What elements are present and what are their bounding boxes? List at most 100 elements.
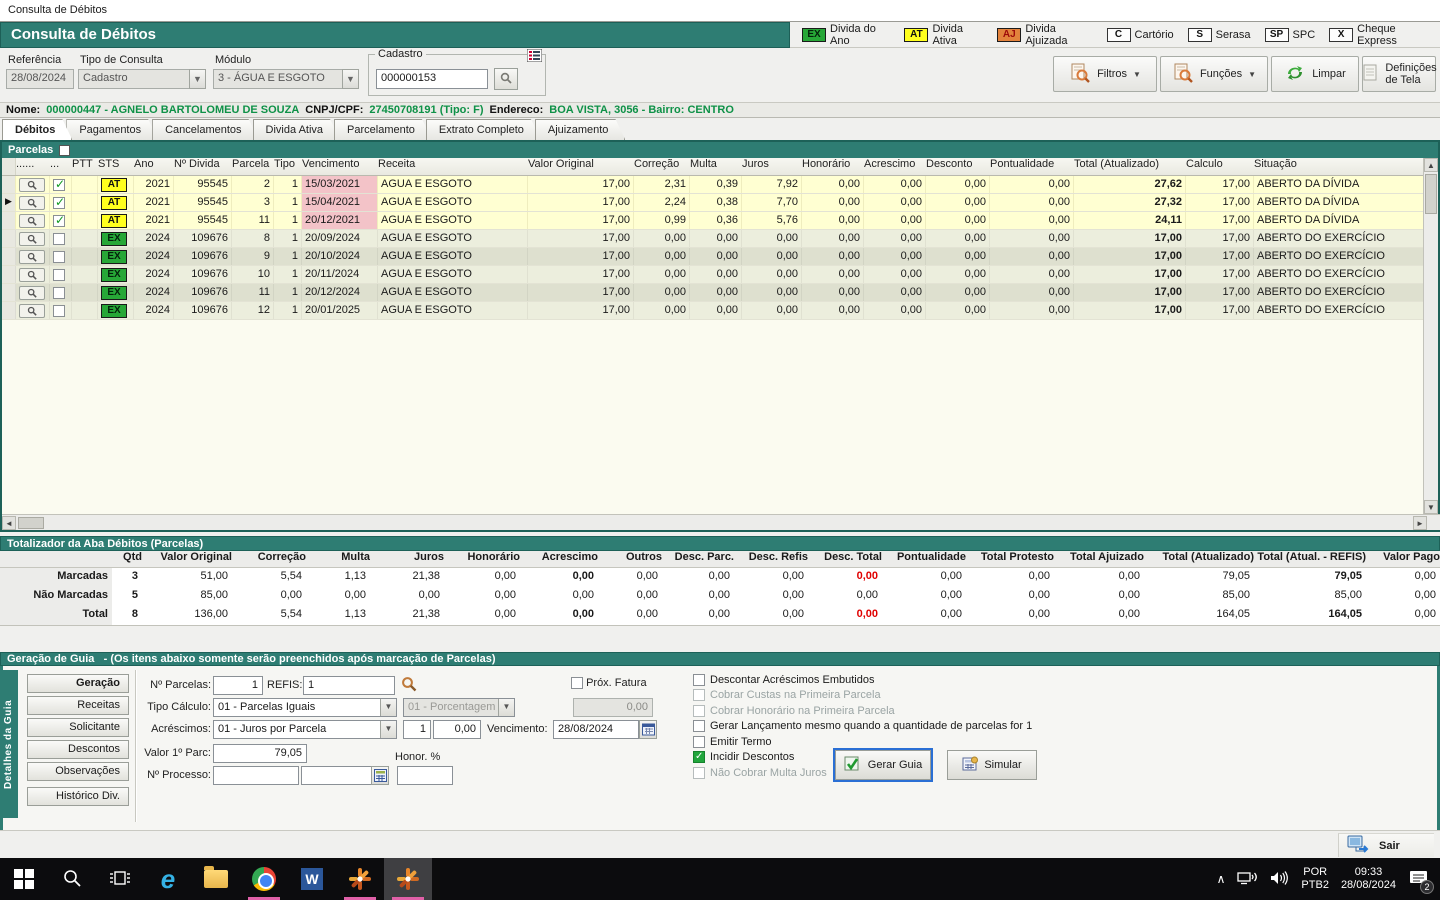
network-icon[interactable]: [1237, 870, 1258, 889]
scroll-up-icon[interactable]: ▲: [1424, 158, 1438, 172]
side-button-solicitante[interactable]: Solicitante: [27, 718, 129, 737]
processo-input-1[interactable]: [213, 766, 299, 785]
row-magnifier-button[interactable]: [19, 304, 45, 318]
table-row[interactable]: EX 2024 109676 9 1 20/10/2024 AGUA E ESG…: [2, 248, 1424, 266]
start-button[interactable]: [0, 858, 48, 900]
app-button-2-active[interactable]: [384, 858, 432, 900]
tab[interactable]: Parcelamento: [334, 119, 432, 140]
scroll-right-icon[interactable]: ►: [1413, 516, 1427, 530]
side-button-historico[interactable]: Histórico Div.: [27, 787, 129, 806]
filtros-button[interactable]: Filtros ▼: [1053, 56, 1157, 92]
taskbar-search-button[interactable]: [48, 858, 96, 900]
porcentagem-num-input[interactable]: 0,00: [573, 698, 653, 717]
vertical-scroll-thumb[interactable]: [1425, 174, 1437, 214]
table-row[interactable]: EX 2024 109676 11 1 20/12/2024 AGUA E ES…: [2, 284, 1424, 302]
tipo-calculo-select[interactable]: 01 - Parcelas Iguais ▼: [213, 698, 397, 717]
horizontal-scroll-thumb[interactable]: [18, 517, 44, 529]
row-checkbox[interactable]: [53, 233, 65, 245]
tab[interactable]: Cancelamentos: [152, 119, 258, 140]
tab[interactable]: Ajuizamento: [535, 119, 626, 140]
row-magnifier-button[interactable]: [19, 196, 45, 210]
row-magnifier-button[interactable]: [19, 232, 45, 246]
row-checkbox[interactable]: [53, 213, 65, 228]
tray-expand-icon[interactable]: ∧: [1217, 872, 1226, 886]
row-checkbox[interactable]: [53, 177, 65, 192]
notification-center-button[interactable]: 2: [1408, 869, 1434, 894]
scroll-down-icon[interactable]: ▼: [1424, 500, 1438, 514]
language-indicator[interactable]: POR PTB2: [1301, 866, 1329, 892]
row-magnifier-button[interactable]: [19, 286, 45, 300]
checkbox[interactable]: [693, 720, 705, 733]
app-button-1[interactable]: [336, 858, 384, 900]
tab[interactable]: Pagamentos: [66, 119, 158, 140]
scroll-left-icon[interactable]: ◄: [2, 516, 16, 530]
row-checkbox[interactable]: [53, 195, 65, 210]
table-row[interactable]: AT 2021 95545 11 1 20/12/2021 AGUA E ESG…: [2, 212, 1424, 230]
tipo-consulta-dropdown-icon[interactable]: ▼: [189, 69, 206, 89]
volume-icon[interactable]: [1269, 870, 1289, 889]
limpar-button[interactable]: Limpar: [1271, 56, 1359, 92]
valor-1-parc-input[interactable]: 79,05: [213, 744, 307, 763]
simular-button[interactable]: Simular: [947, 750, 1037, 780]
modulo-select[interactable]: 3 - ÁGUA E ESGOTO: [213, 69, 343, 89]
funcoes-button[interactable]: Funções ▼: [1160, 56, 1268, 92]
refis-search-button[interactable]: [401, 676, 417, 695]
row-magnifier-button[interactable]: [19, 214, 45, 228]
acrescimos-select[interactable]: 01 - Juros por Parcela ▼: [213, 720, 397, 739]
cadastro-search-button[interactable]: [494, 68, 518, 90]
horizontal-scrollbar[interactable]: ◄ ►: [2, 514, 1440, 530]
row-magnifier-button[interactable]: [19, 268, 45, 282]
row-magnifier-button[interactable]: [19, 250, 45, 264]
side-button-descontos[interactable]: Descontos: [27, 740, 129, 759]
vertical-scrollbar[interactable]: ▲ ▼: [1423, 158, 1438, 514]
row-checkbox[interactable]: [53, 287, 65, 299]
vencimento-input[interactable]: 28/08/2024: [553, 720, 639, 739]
sair-button[interactable]: Sair: [1338, 833, 1434, 857]
cadastro-list-icon[interactable]: [526, 48, 543, 65]
acrescimo-valor-input[interactable]: 0,00: [433, 720, 481, 739]
checkbox[interactable]: [693, 689, 705, 702]
calendar-icon[interactable]: [639, 720, 657, 739]
checkbox[interactable]: [693, 766, 705, 779]
cadastro-input[interactable]: 000000153: [376, 69, 488, 89]
side-button-geracao[interactable]: Geração: [27, 674, 129, 693]
chrome-button[interactable]: [240, 858, 288, 900]
row-checkbox[interactable]: [53, 305, 65, 317]
tab[interactable]: Divida Ativa: [253, 119, 340, 140]
calculator-icon[interactable]: [371, 766, 389, 785]
file-explorer-button[interactable]: [192, 858, 240, 900]
row-checkbox[interactable]: [53, 269, 65, 281]
word-button[interactable]: W: [288, 858, 336, 900]
parcelas-select-all-checkbox[interactable]: [59, 144, 71, 156]
honor-input[interactable]: [397, 766, 453, 785]
porcentagem-select[interactable]: 01 - Porcentagem ▼: [403, 698, 515, 717]
referencia-field[interactable]: 28/08/2024: [6, 69, 74, 89]
clock[interactable]: 09:33 28/08/2024: [1341, 866, 1396, 892]
row-checkbox[interactable]: [53, 251, 65, 263]
side-button-receitas[interactable]: Receitas: [27, 696, 129, 715]
acrescimo-qtd-input[interactable]: 1: [403, 720, 431, 739]
task-view-button[interactable]: [96, 858, 144, 900]
tipo-consulta-select[interactable]: Cadastro: [78, 69, 190, 89]
refis-input[interactable]: 1: [303, 676, 395, 695]
checkbox[interactable]: [693, 673, 705, 686]
detalhes-da-guia-tab[interactable]: Detalhes da Guia: [3, 670, 18, 818]
modulo-dropdown-icon[interactable]: ▼: [342, 69, 359, 89]
checkbox[interactable]: [693, 735, 705, 748]
tab[interactable]: Extrato Completo: [426, 119, 541, 140]
table-row[interactable]: AT 2021 95545 3 1 15/04/2021 AGUA E ESGO…: [2, 194, 1424, 212]
n-parcelas-input[interactable]: 1: [213, 676, 263, 695]
table-row[interactable]: EX 2024 109676 8 1 20/09/2024 AGUA E ESG…: [2, 230, 1424, 248]
tab[interactable]: Débitos: [2, 119, 72, 140]
table-row[interactable]: EX 2024 109676 10 1 20/11/2024 AGUA E ES…: [2, 266, 1424, 284]
prox-fatura-checkbox[interactable]: [571, 677, 583, 690]
checkbox[interactable]: [693, 751, 705, 764]
row-magnifier-button[interactable]: [19, 178, 45, 192]
table-row[interactable]: AT 2021 95545 2 1 15/03/2021 AGUA E ESGO…: [2, 176, 1424, 194]
gerar-guia-button[interactable]: Gerar Guia: [833, 748, 933, 782]
definicoes-tela-button[interactable]: Definições de Tela: [1362, 56, 1437, 92]
table-row[interactable]: EX 2024 109676 12 1 20/01/2025 AGUA E ES…: [2, 302, 1424, 320]
checkbox[interactable]: [693, 704, 705, 717]
side-button-observacoes[interactable]: Observações: [27, 762, 129, 781]
internet-explorer-button[interactable]: e: [144, 858, 192, 900]
